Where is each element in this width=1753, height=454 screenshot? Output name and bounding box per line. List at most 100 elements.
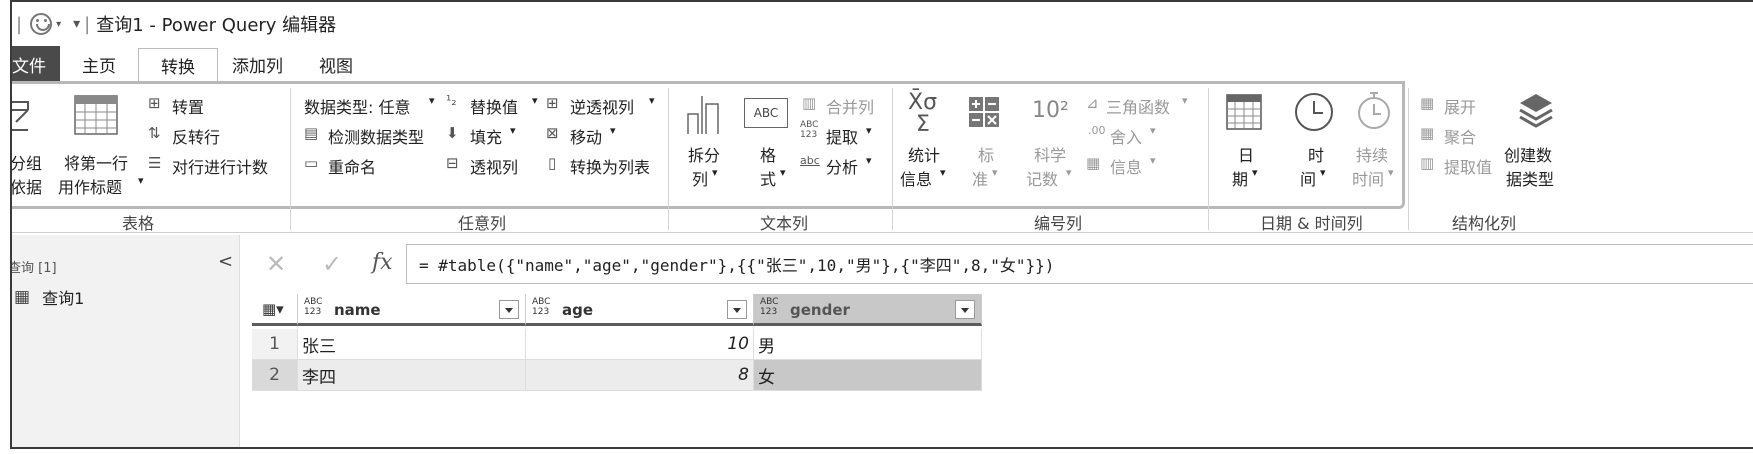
- query-list-item[interactable]: ▦ 查询1: [12, 283, 220, 311]
- create-data-type-icon[interactable]: [1518, 92, 1554, 130]
- statistics-label-2[interactable]: 信息: [900, 166, 932, 190]
- use-first-row-label-1[interactable]: 将第一行: [64, 150, 128, 174]
- detect-type-icon[interactable]: ▤: [304, 124, 318, 142]
- table-cell[interactable]: 10: [526, 329, 754, 360]
- information-icon[interactable]: ▦: [1086, 154, 1100, 172]
- move-dropdown-icon[interactable]: ▾: [610, 124, 616, 137]
- time-label-1[interactable]: 时: [1308, 142, 1324, 166]
- rounding-button[interactable]: 舍入: [1110, 124, 1142, 148]
- collapse-panel-icon[interactable]: <: [218, 251, 233, 272]
- split-column-label-1[interactable]: 拆分: [688, 142, 720, 166]
- information-dropdown-icon[interactable]: ▾: [1150, 154, 1156, 167]
- rounding-icon[interactable]: .00: [1088, 124, 1106, 137]
- split-column-dropdown-icon[interactable]: ▾: [712, 166, 718, 179]
- fill-icon[interactable]: ⬇: [446, 124, 459, 142]
- time-label-2[interactable]: 间: [1300, 166, 1316, 190]
- fill-dropdown-icon[interactable]: ▾: [510, 124, 516, 137]
- trigonometry-dropdown-icon[interactable]: ▾: [1182, 94, 1188, 107]
- format-label-1[interactable]: 格: [760, 142, 776, 166]
- transpose-icon[interactable]: ⊞: [148, 94, 161, 112]
- group-by-label-2[interactable]: 依据: [12, 174, 42, 198]
- scientific-dropdown-icon[interactable]: ▾: [1066, 166, 1072, 179]
- reverse-rows-icon[interactable]: ⇅: [148, 124, 161, 142]
- aggregate-button[interactable]: 聚合: [1444, 124, 1476, 148]
- trigonometry-icon[interactable]: ⊿: [1086, 94, 1099, 112]
- tab-add-column[interactable]: 添加列: [218, 46, 297, 82]
- tab-home[interactable]: 主页: [60, 46, 138, 82]
- pivot-icon[interactable]: ⊟: [446, 154, 459, 172]
- use-first-row-dropdown-icon[interactable]: ▾: [138, 174, 144, 187]
- move-button[interactable]: 移动: [570, 124, 602, 148]
- format-label-2[interactable]: 式: [760, 166, 776, 190]
- extract-dropdown-icon[interactable]: ▾: [866, 124, 872, 137]
- rename-button[interactable]: 重命名: [328, 154, 376, 178]
- statistics-sum-icon[interactable]: Σ: [916, 112, 930, 137]
- transpose-button[interactable]: 转置: [172, 94, 204, 118]
- merge-columns-button[interactable]: 合并列: [826, 94, 874, 118]
- detect-data-type-button[interactable]: 检测数据类型: [328, 124, 424, 148]
- information-button[interactable]: 信息: [1110, 154, 1142, 178]
- data-type-dropdown-icon[interactable]: ▾: [429, 94, 435, 107]
- parse-icon[interactable]: abc: [800, 154, 820, 167]
- column-filter-dropdown-icon[interactable]: [955, 300, 975, 319]
- count-rows-button[interactable]: 对行进行计数: [172, 154, 268, 178]
- parse-button[interactable]: 分析: [826, 154, 858, 178]
- extract-values-button[interactable]: 提取值: [1444, 154, 1492, 178]
- group-by-icon[interactable]: [12, 100, 32, 134]
- column-header-name[interactable]: ABC 123 name: [298, 294, 526, 326]
- replace-values-icon[interactable]: ¹₂: [446, 94, 456, 109]
- split-column-label-2[interactable]: 列: [692, 166, 708, 190]
- fx-icon[interactable]: fx: [372, 250, 393, 275]
- column-header-age[interactable]: ABC 123 age: [526, 294, 754, 326]
- reverse-rows-button[interactable]: 反转行: [172, 124, 220, 148]
- confirm-icon[interactable]: ✓: [322, 250, 342, 278]
- trigonometry-button[interactable]: 三角函数: [1106, 94, 1170, 118]
- expand-button[interactable]: 展开: [1444, 94, 1476, 118]
- data-type-dropdown[interactable]: 数据类型: 任意: [304, 94, 410, 118]
- date-label-2[interactable]: 期: [1232, 166, 1248, 190]
- convert-to-list-button[interactable]: 转换为列表: [570, 154, 650, 178]
- statistics-dropdown-icon[interactable]: ▾: [940, 166, 946, 179]
- standard-dropdown-icon[interactable]: ▾: [992, 166, 998, 179]
- create-data-type-label-1[interactable]: 创建数: [1504, 142, 1552, 166]
- statistics-label-1[interactable]: 统计: [908, 142, 940, 166]
- column-filter-dropdown-icon[interactable]: [727, 300, 747, 319]
- table-cell[interactable]: 男: [754, 329, 982, 360]
- group-by-label-1[interactable]: 分组: [12, 150, 42, 174]
- scientific-label-1[interactable]: 科学: [1034, 142, 1066, 166]
- rename-icon[interactable]: ▭: [304, 154, 318, 172]
- convert-to-list-icon[interactable]: ▯: [548, 154, 556, 172]
- expand-icon[interactable]: ▦: [1420, 94, 1434, 112]
- extract-values-icon[interactable]: ▥: [1420, 154, 1434, 172]
- customize-toolbar-icon[interactable]: ▾: [73, 16, 80, 32]
- standard-label-2[interactable]: 准: [972, 166, 988, 190]
- duration-label-2[interactable]: 时间: [1352, 166, 1384, 190]
- feedback-dropdown-icon[interactable]: ▾: [56, 19, 61, 30]
- table-cell[interactable]: 张三: [298, 329, 526, 360]
- format-icon[interactable]: ABC: [744, 98, 788, 128]
- format-dropdown-icon[interactable]: ▾: [780, 166, 786, 179]
- tab-file[interactable]: 文件: [12, 46, 60, 82]
- count-rows-icon[interactable]: ☰: [148, 154, 161, 172]
- time-icon[interactable]: [1294, 92, 1334, 132]
- table-cell[interactable]: 李四: [298, 360, 526, 391]
- fill-button[interactable]: 填充: [470, 124, 502, 148]
- unpivot-dropdown-icon[interactable]: ▾: [649, 94, 655, 107]
- column-header-gender[interactable]: ABC 123 gender: [754, 294, 982, 326]
- smiley-feedback-icon[interactable]: [30, 13, 53, 35]
- pivot-column-button[interactable]: 透视列: [470, 154, 518, 178]
- use-first-row-icon[interactable]: [74, 95, 118, 135]
- date-dropdown-icon[interactable]: ▾: [1252, 166, 1258, 179]
- date-icon[interactable]: [1226, 94, 1262, 130]
- duration-icon[interactable]: [1356, 90, 1392, 130]
- tab-transform[interactable]: 转换: [138, 48, 218, 82]
- table-cell[interactable]: 女: [754, 360, 982, 391]
- replace-values-dropdown-icon[interactable]: ▾: [532, 94, 538, 107]
- duration-label-1[interactable]: 持续: [1356, 142, 1388, 166]
- table-menu-button[interactable]: ▦▾: [252, 294, 298, 326]
- extract-button[interactable]: 提取: [826, 124, 858, 148]
- standard-label-1[interactable]: 标: [978, 142, 994, 166]
- duration-dropdown-icon[interactable]: ▾: [1388, 166, 1394, 179]
- unpivot-columns-button[interactable]: 逆透视列: [570, 94, 634, 118]
- column-filter-dropdown-icon[interactable]: [499, 300, 519, 319]
